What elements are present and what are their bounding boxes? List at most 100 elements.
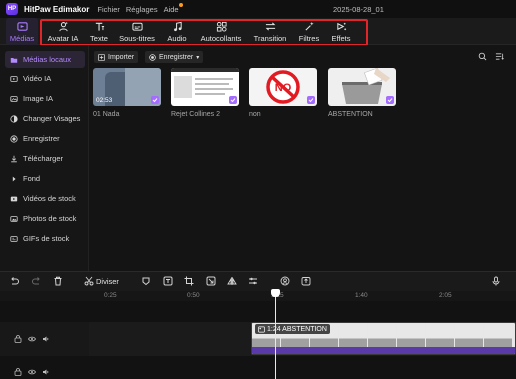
crop-button[interactable] xyxy=(183,275,195,287)
sidebar-item-label: Vidéo IA xyxy=(23,74,52,83)
folder-icon xyxy=(10,57,18,63)
sidebar-item-download[interactable]: Télécharger xyxy=(5,150,85,167)
face-icon xyxy=(280,276,290,286)
sidebar-item-background[interactable]: Fond xyxy=(5,170,85,187)
selected-check xyxy=(151,96,159,104)
export-frame-button[interactable] xyxy=(300,275,312,287)
app-logo: HP xyxy=(6,3,18,15)
tab-transition[interactable]: Transition xyxy=(251,18,289,45)
list-view-icon xyxy=(495,52,504,60)
delete-button[interactable] xyxy=(52,275,64,287)
menu-help[interactable]: Aide xyxy=(163,2,183,14)
sidebar-item-image-ia[interactable]: Image IA xyxy=(5,90,85,107)
check-icon xyxy=(152,98,158,103)
text-add-button[interactable] xyxy=(162,275,174,287)
media-thumbnail-1[interactable]: 02:53 xyxy=(93,68,161,106)
sidebar-item-label: Fond xyxy=(23,174,41,183)
thumbnail-image xyxy=(195,88,233,90)
clip-frame xyxy=(368,323,396,349)
menu-file[interactable]: Fichier xyxy=(97,5,120,14)
lock-icon[interactable] xyxy=(14,368,22,376)
app-name: HitPaw Edimakor xyxy=(24,4,90,14)
playhead-handle[interactable] xyxy=(271,289,280,297)
upload-box-icon xyxy=(301,277,311,286)
split-button[interactable] xyxy=(83,275,95,287)
text-box-icon xyxy=(163,276,173,286)
clip-frame xyxy=(484,323,512,349)
trash-icon xyxy=(54,276,62,286)
clip-audio-bar xyxy=(252,347,515,354)
track-controls xyxy=(14,368,50,376)
media-thumbnail-3[interactable]: NO xyxy=(249,68,317,106)
track-controls xyxy=(14,335,50,343)
record-button[interactable]: Enregistrer ▾ xyxy=(145,51,204,63)
eye-icon[interactable] xyxy=(28,368,36,376)
sidebar-item-label: Médias locaux xyxy=(23,55,71,64)
sidebar-item-record[interactable]: Enregistrer xyxy=(5,130,85,147)
undo-icon xyxy=(11,277,19,285)
mirror-button[interactable] xyxy=(226,275,238,287)
sidebar-item-label: Enregistrer xyxy=(23,134,60,143)
list-view-button[interactable] xyxy=(493,50,505,62)
record-icon xyxy=(10,134,18,143)
sliders-icon xyxy=(249,277,257,285)
tab-text-label: Texte xyxy=(90,33,108,43)
tab-audio[interactable]: Audio xyxy=(163,18,191,45)
thumbnail-image xyxy=(171,68,239,72)
tab-text[interactable]: Texte xyxy=(86,18,112,45)
sidebar-item-stock-gifs[interactable]: GIFs de stock xyxy=(5,230,85,247)
tab-avatar-ia[interactable]: Avatar IA xyxy=(45,18,81,45)
media-label: non xyxy=(249,111,261,118)
microphone-button[interactable] xyxy=(490,275,502,287)
background-icon xyxy=(12,176,16,181)
image-ai-icon xyxy=(10,95,18,102)
tab-filters[interactable]: Filtres xyxy=(295,18,323,45)
tab-media[interactable]: Médias xyxy=(6,18,38,45)
thumbnail-image xyxy=(195,78,233,80)
adjust-button[interactable] xyxy=(247,275,259,287)
redo-button[interactable] xyxy=(31,275,43,287)
import-button[interactable]: Importer xyxy=(94,51,139,63)
sidebar-item-local-media[interactable]: Médias locaux xyxy=(5,51,85,68)
avatar-button[interactable] xyxy=(279,275,291,287)
sidebar-item-face-swap[interactable]: Changer Visages xyxy=(5,110,85,127)
filters-icon xyxy=(304,21,314,31)
gif-icon xyxy=(10,235,18,242)
undo-button[interactable] xyxy=(8,275,20,287)
transition-icon xyxy=(265,21,275,31)
import-label: Importer xyxy=(108,53,135,61)
search-button[interactable] xyxy=(476,50,488,62)
playhead[interactable] xyxy=(275,291,276,379)
tab-media-label: Médias xyxy=(9,33,35,43)
speaker-icon[interactable] xyxy=(42,335,50,343)
sidebar-item-label: GIFs de stock xyxy=(23,234,70,243)
sidebar-item-stock-videos[interactable]: Vidéos de stock xyxy=(5,190,85,207)
sidebar-item-video-ia[interactable]: Vidéo IA xyxy=(5,70,85,87)
speaker-icon[interactable] xyxy=(42,368,50,376)
face-swap-icon xyxy=(10,114,18,123)
media-thumbnail-2[interactable] xyxy=(171,68,239,106)
eye-icon[interactable] xyxy=(28,335,36,343)
mask-button[interactable] xyxy=(140,275,152,287)
lock-icon[interactable] xyxy=(14,335,22,343)
tab-filters-label: Filtres xyxy=(298,33,320,43)
menu-settings[interactable]: Réglages xyxy=(126,5,158,14)
sidebar-item-stock-photos[interactable]: Photos de stock xyxy=(5,210,85,227)
menu-help-label: Aide xyxy=(163,4,179,14)
tab-subtitles[interactable]: Sous-titres xyxy=(116,18,158,45)
redo-icon xyxy=(32,277,40,285)
thumbnail-image xyxy=(195,83,229,85)
thumbnail-image xyxy=(195,93,225,95)
ruler-tick: 0:25 xyxy=(104,292,117,299)
stock-photo-icon xyxy=(10,215,18,222)
video-ai-icon xyxy=(10,75,18,82)
tab-avatar-ia-label: Avatar IA xyxy=(47,33,79,43)
resize-button[interactable] xyxy=(205,275,217,287)
tab-transition-label: Transition xyxy=(253,33,287,43)
tab-stickers[interactable]: Autocollants xyxy=(197,18,245,45)
tab-effects[interactable]: Effets xyxy=(328,18,354,45)
sidebar-item-label: Changer Visages xyxy=(23,114,81,123)
media-thumbnail-4[interactable] xyxy=(328,68,396,106)
tab-subtitles-label: Sous-titres xyxy=(119,33,155,43)
stock-video-icon xyxy=(10,196,18,201)
